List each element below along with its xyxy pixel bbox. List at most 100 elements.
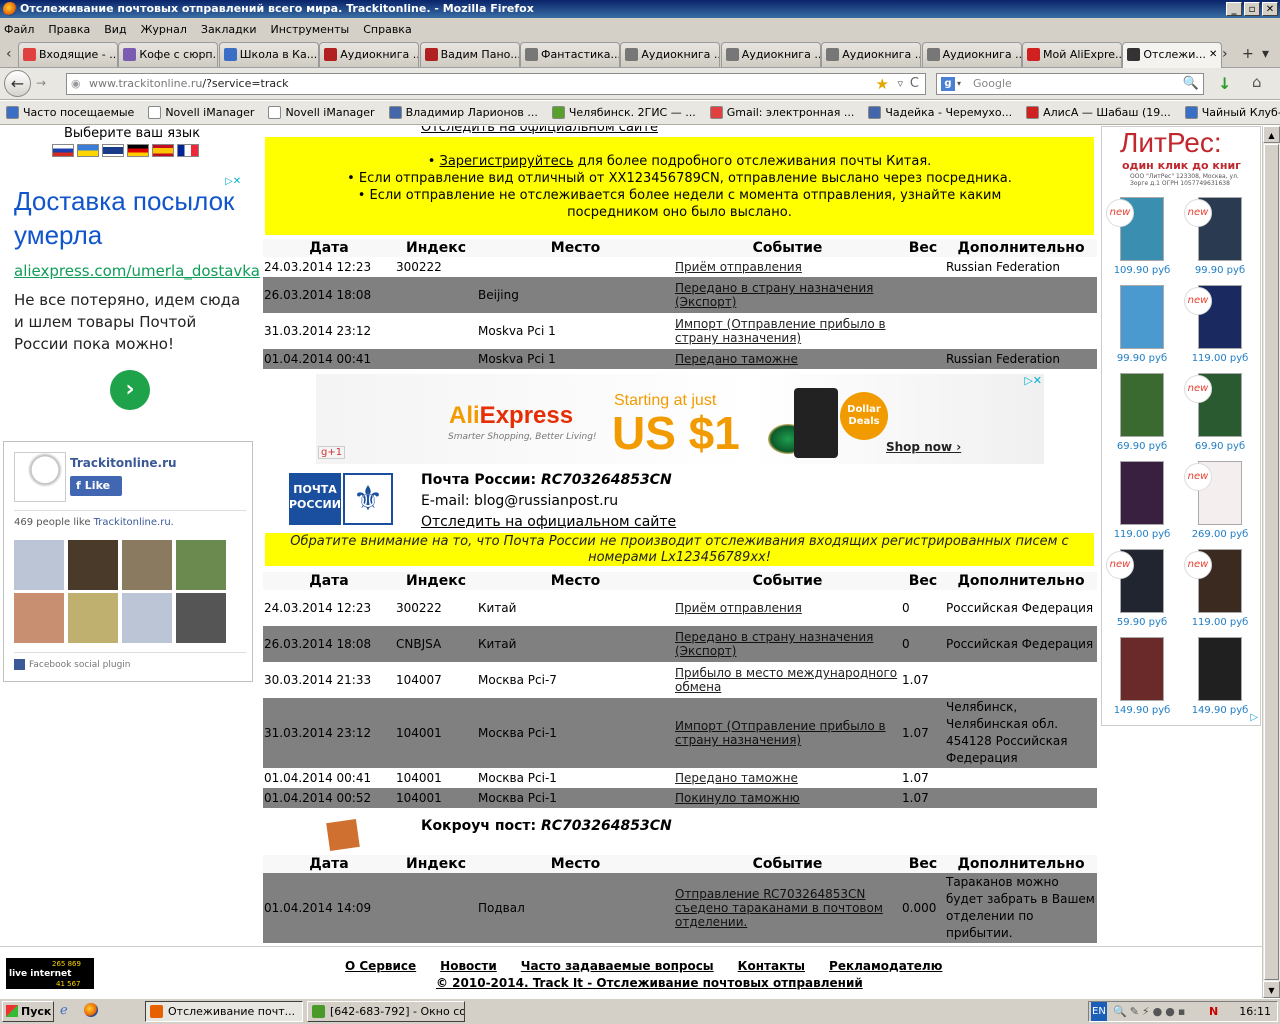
close-window-button[interactable]: ✕ [1262, 2, 1278, 16]
firefox-quicklaunch-icon[interactable] [84, 1003, 98, 1017]
book-price[interactable]: 149.90 руб [1182, 705, 1258, 716]
litres-book[interactable]: 149.90 руб [1182, 635, 1258, 721]
flag-ru-icon[interactable] [52, 144, 74, 157]
russian-post-logo[interactable]: ПОЧТА РОССИИ ⚜ [289, 473, 393, 525]
google-plus-button[interactable]: g+1 [318, 446, 346, 459]
engine-dropdown-icon[interactable]: ▾ [957, 74, 961, 94]
book-price[interactable]: 149.90 руб [1104, 705, 1180, 716]
litres-book[interactable]: new 119.00 руб [1182, 547, 1258, 633]
search-box[interactable]: g ▾ Google 🔍 [936, 73, 1204, 95]
litres-book[interactable]: 69.90 руб [1104, 371, 1180, 457]
tab-close-icon[interactable]: ✕ [1209, 43, 1217, 66]
copyright[interactable]: © 2010-2014. Track It - Отслеживание поч… [436, 976, 863, 990]
fan-avatar[interactable] [122, 593, 172, 643]
menu-item-4[interactable]: Закладки [201, 23, 257, 36]
facebook-page-name[interactable]: Trackitonline.ru [70, 456, 177, 470]
ie-quicklaunch-icon[interactable]: ℯ [60, 1003, 68, 1018]
fan-avatar[interactable] [122, 540, 172, 590]
tab-scroll-right-icon[interactable]: › [1222, 46, 1228, 62]
row-event[interactable]: Прибыло в место международного обмена [674, 666, 901, 694]
menu-item-6[interactable]: Справка [363, 23, 411, 36]
tab-7[interactable]: Аудиокнига ... [720, 42, 821, 67]
row-event[interactable]: Импорт (Отправление прибыло в страну наз… [674, 719, 901, 747]
tab-3[interactable]: Аудиокнига ... [319, 42, 420, 67]
row-event[interactable]: Передано таможне [674, 352, 901, 366]
ad-headline[interactable]: Доставка посылок умерла [14, 184, 255, 252]
tab-11[interactable]: Отслежи... ✕ [1122, 42, 1223, 68]
tab-5[interactable]: Фантастика... [520, 42, 620, 67]
book-price[interactable]: 119.00 руб [1104, 529, 1180, 540]
litres-book[interactable]: new 69.90 руб [1182, 371, 1258, 457]
tab-8[interactable]: Аудиокнига ... [821, 42, 922, 67]
forward-icon[interactable]: → [36, 76, 46, 90]
book-price[interactable]: 59.90 руб [1104, 617, 1180, 628]
adchoices-icon[interactable]: ▷ [1250, 712, 1258, 723]
flag-gb-icon[interactable] [102, 144, 124, 157]
liveinternet-counter[interactable]: 265 869 live internet 41 567 [6, 958, 94, 989]
litres-book[interactable]: new 119.00 руб [1182, 283, 1258, 369]
book-price[interactable]: 119.00 руб [1182, 617, 1258, 628]
footer-link[interactable]: Контакты [738, 959, 805, 973]
litres-book[interactable]: new 109.90 руб [1104, 195, 1180, 281]
fan-avatar[interactable] [68, 593, 118, 643]
litres-ad[interactable]: ЛитРес: один клик до книг ООО "ЛитРес" 1… [1101, 126, 1261, 726]
taskbar-item[interactable]: [642-683-792] - Окно со... [307, 1001, 465, 1022]
footer-link[interactable]: Новости [440, 959, 497, 973]
book-price[interactable]: 99.90 руб [1182, 265, 1258, 276]
adchoices-icon[interactable]: ▷✕ [1024, 374, 1042, 387]
flag-fr-icon[interactable] [177, 144, 199, 157]
aliexpress-logo[interactable]: AliExpress [449, 402, 573, 430]
litres-book[interactable]: new 99.90 руб [1182, 195, 1258, 281]
new-tab-button[interactable]: + [1242, 46, 1254, 62]
start-button[interactable]: Пуск [2, 1001, 54, 1022]
book-price[interactable]: 69.90 руб [1104, 441, 1180, 452]
book-price[interactable]: 99.90 руб [1104, 353, 1180, 364]
fan-avatar[interactable] [176, 540, 226, 590]
maximize-button[interactable]: ▫ [1244, 2, 1260, 16]
flag-es-icon[interactable] [152, 144, 174, 157]
ad-url[interactable]: aliexpress.com/umerla_dostavka [14, 262, 260, 280]
book-cover[interactable] [1120, 373, 1164, 437]
row-event[interactable]: Передано в страну назначения (Экспорт) [674, 281, 901, 309]
row-event[interactable]: Покинуло таможню [674, 791, 901, 805]
book-cover[interactable] [1120, 461, 1164, 525]
tab-9[interactable]: Аудиокнига ... [921, 42, 1022, 67]
book-cover[interactable] [1120, 637, 1164, 701]
tray-icons[interactable]: 🔍✎⚡●●▪ [1113, 1002, 1188, 1021]
tab-6[interactable]: Аудиокнига ... [620, 42, 721, 67]
fan-avatar[interactable] [14, 593, 64, 643]
text-ad[interactable]: ▷✕ Доставка посылок умерла aliexpress.co… [10, 174, 260, 419]
tab-1[interactable]: Кофе с сюрп... [118, 42, 219, 67]
bookmark-2[interactable]: Novell iManager [268, 106, 375, 119]
litres-book[interactable]: 119.00 руб [1104, 459, 1180, 545]
bookmark-7[interactable]: АлисА — Шабаш (19... [1026, 106, 1171, 119]
menu-item-2[interactable]: Вид [104, 23, 126, 36]
menu-item-1[interactable]: Правка [48, 23, 90, 36]
menu-item-3[interactable]: Журнал [141, 23, 187, 36]
flag-de-icon[interactable] [127, 144, 149, 157]
minimize-button[interactable]: _ [1226, 2, 1242, 16]
tray-n-icon[interactable]: N [1209, 1002, 1218, 1021]
book-price[interactable]: 269.00 руб [1182, 529, 1258, 540]
row-event[interactable]: Передано таможне [674, 771, 901, 785]
book-price[interactable]: 109.90 руб [1104, 265, 1180, 276]
china-post-official-link[interactable]: Отследить на официальном сайте [421, 126, 658, 135]
tab-0[interactable]: Входящие - ... [18, 42, 118, 67]
tab-scroll-left-icon[interactable]: ‹ [6, 46, 12, 62]
tab-2[interactable]: Школа в Ка... [218, 42, 319, 67]
fan-avatar[interactable] [176, 593, 226, 643]
footer-link[interactable]: Рекламодателю [829, 959, 942, 973]
book-price[interactable]: 119.00 руб [1182, 353, 1258, 364]
footer-link[interactable]: О Сервисе [345, 959, 416, 973]
vertical-scrollbar[interactable]: ▲ ▼ [1262, 126, 1280, 998]
book-cover[interactable] [1120, 285, 1164, 349]
fan-avatar[interactable] [68, 540, 118, 590]
litres-book[interactable]: 99.90 руб [1104, 283, 1180, 369]
trackitonline-logo[interactable] [14, 452, 66, 502]
search-engine-icon[interactable]: g [941, 77, 955, 91]
tab-4[interactable]: Вадим Пано... [419, 42, 520, 67]
row-event[interactable]: Передано в страну назначения (Экспорт) [674, 630, 901, 658]
site-identity-icon[interactable]: ◉ [71, 74, 81, 94]
home-icon[interactable]: ⌂ [1252, 73, 1262, 91]
russian-post-official-link[interactable]: Отследить на официальном сайте [421, 514, 676, 530]
